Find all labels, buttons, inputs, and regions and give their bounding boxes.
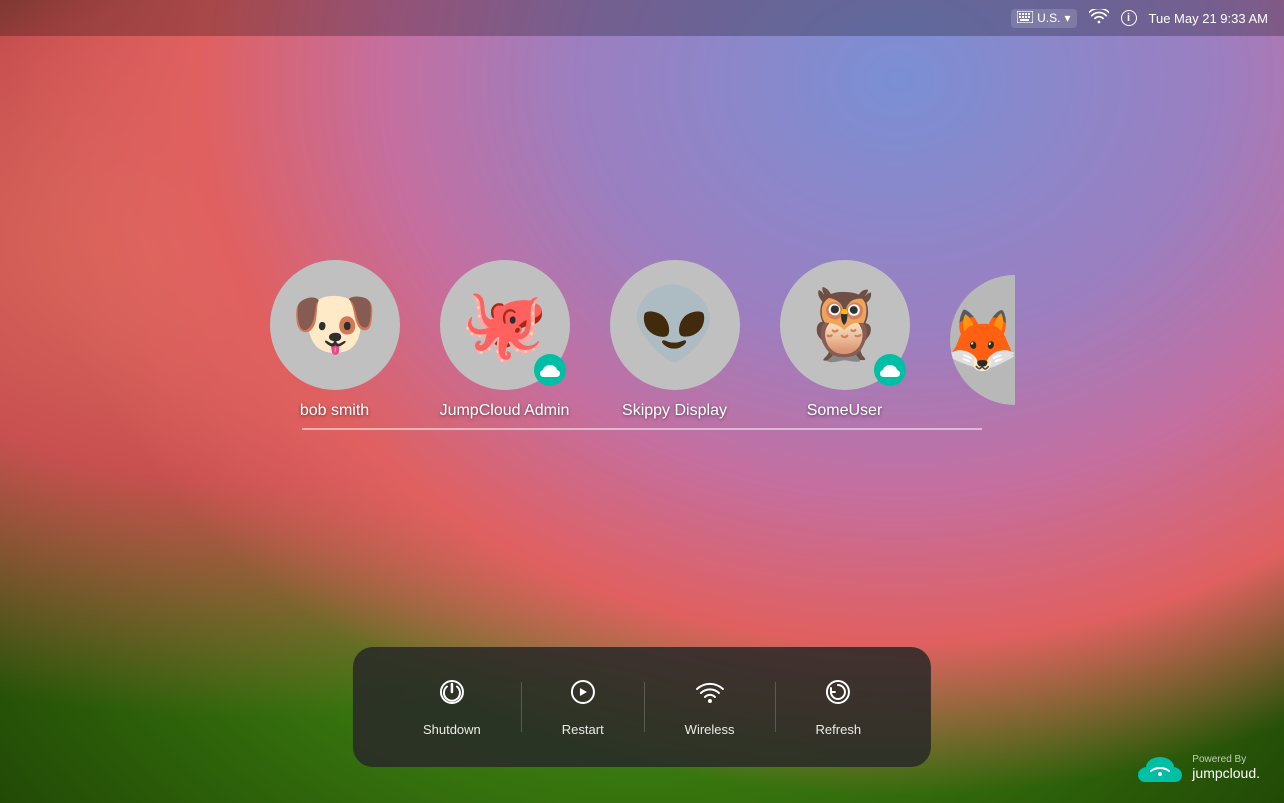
jumpcloud-name: jumpcloud. xyxy=(1192,765,1260,781)
user-jumpcloud-admin-avatar-container: 🐙 xyxy=(440,260,570,390)
shutdown-label: Shutdown xyxy=(423,722,481,737)
user-skippy-display[interactable]: 👽 Skippy Display xyxy=(610,260,740,420)
user-bob-smith-name: bob smith xyxy=(300,402,369,420)
restart-icon xyxy=(568,677,598,712)
menubar: U.S. ▾ i Tue May 21 9:33 AM xyxy=(0,0,1284,36)
shutdown-button[interactable]: Shutdown xyxy=(383,667,521,747)
keyboard-icon xyxy=(1017,11,1033,26)
jumpcloud-branding: Powered By jumpcloud. xyxy=(1136,751,1260,783)
keyboard-layout-label: U.S. xyxy=(1037,11,1060,25)
user-bob-smith-avatar-container: 🐶 xyxy=(270,260,400,390)
user-skippy-display-avatar: 👽 xyxy=(610,260,740,390)
wireless-label: Wireless xyxy=(685,722,735,737)
info-icon[interactable]: i xyxy=(1121,10,1137,26)
users-section: 🐶 bob smith 🐙 JumpCloud Admin 👽 Skippy D… xyxy=(0,260,1284,430)
restart-label: Restart xyxy=(562,722,604,737)
shutdown-icon xyxy=(437,677,467,712)
refresh-label: Refresh xyxy=(816,722,862,737)
user-bob-smith-avatar: 🐶 xyxy=(270,260,400,390)
refresh-icon xyxy=(823,677,853,712)
menubar-time: Tue May 21 9:33 AM xyxy=(1149,11,1268,26)
jumpcloud-badge-some-user xyxy=(874,354,906,386)
wireless-icon xyxy=(695,677,725,712)
user-some-user-avatar-container: 🦉 xyxy=(780,260,910,390)
user-jumpcloud-admin[interactable]: 🐙 JumpCloud Admin xyxy=(440,260,570,420)
users-row: 🐶 bob smith 🐙 JumpCloud Admin 👽 Skippy D… xyxy=(250,260,1035,420)
user-bob-smith[interactable]: 🐶 bob smith xyxy=(270,260,400,420)
wifi-menu-icon[interactable] xyxy=(1089,9,1109,28)
jumpcloud-text: Powered By jumpcloud. xyxy=(1192,754,1260,781)
user-skippy-display-avatar-container: 👽 xyxy=(610,260,740,390)
user-fox-partial[interactable]: 🦊 xyxy=(950,275,1015,405)
user-jumpcloud-admin-name: JumpCloud Admin xyxy=(440,402,570,420)
wireless-button[interactable]: Wireless xyxy=(645,667,775,747)
action-bar: Shutdown Restart Wireless xyxy=(353,647,931,767)
refresh-button[interactable]: Refresh xyxy=(776,667,902,747)
restart-button[interactable]: Restart xyxy=(522,667,644,747)
user-some-user-name: SomeUser xyxy=(807,402,883,420)
keyboard-layout[interactable]: U.S. ▾ xyxy=(1011,9,1076,28)
user-some-user[interactable]: 🦉 SomeUser xyxy=(780,260,910,420)
keyboard-dropdown-icon: ▾ xyxy=(1064,11,1070,25)
users-underline xyxy=(302,428,982,430)
powered-by-label: Powered By xyxy=(1192,754,1246,765)
user-skippy-display-name: Skippy Display xyxy=(622,402,727,420)
jumpcloud-badge-admin xyxy=(534,354,566,386)
user-fox-partial-avatar: 🦊 xyxy=(950,275,1015,405)
